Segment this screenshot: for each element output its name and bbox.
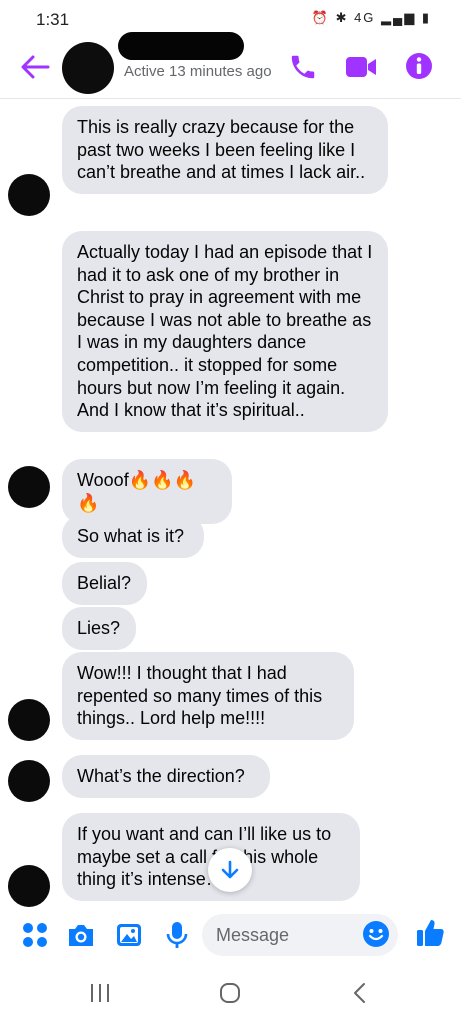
- sender-avatar: [8, 760, 50, 802]
- contact-name-redacted[interactable]: [118, 32, 244, 60]
- message-bubble[interactable]: What’s the direction?: [62, 755, 270, 798]
- message-bubble[interactable]: So what is it?: [62, 515, 204, 558]
- recent-apps-icon[interactable]: [88, 982, 112, 1004]
- arrow-down-icon: [221, 860, 239, 879]
- arrow-left-icon[interactable]: [18, 52, 52, 82]
- status-icons: ⏰ ✱ 4G ▂▄▆ ▮: [311, 10, 431, 25]
- thumbs-up-icon[interactable]: [414, 917, 446, 949]
- sender-avatar: [8, 699, 50, 741]
- phone-icon[interactable]: [288, 52, 318, 82]
- active-status: Active 13 minutes ago: [124, 63, 272, 80]
- message-bubble[interactable]: This is really crazy because for the pas…: [62, 106, 388, 194]
- message-bubble[interactable]: Lies?: [62, 607, 136, 650]
- info-icon[interactable]: [404, 51, 434, 81]
- conversation-header: Active 13 minutes ago: [0, 32, 461, 99]
- back-nav-icon[interactable]: [348, 982, 372, 1004]
- contact-avatar[interactable]: [62, 42, 114, 94]
- system-nav-bar: [0, 964, 461, 1024]
- smiley-icon[interactable]: [362, 920, 390, 948]
- microphone-icon[interactable]: [162, 920, 192, 950]
- message-bubble[interactable]: Actually today I had an episode that I h…: [62, 231, 388, 432]
- camera-icon[interactable]: [66, 920, 96, 950]
- composer-bar: [0, 908, 461, 964]
- message-bubble[interactable]: Belial?: [62, 562, 147, 605]
- scroll-to-bottom-button[interactable]: [208, 848, 252, 892]
- status-time: 1:31: [36, 10, 70, 29]
- image-icon[interactable]: [114, 920, 144, 950]
- four-dots-icon[interactable]: [20, 920, 50, 950]
- sender-avatar: [8, 466, 50, 508]
- message-bubble[interactable]: Wow!!! I thought that I had repented so …: [62, 652, 354, 740]
- video-camera-icon[interactable]: [344, 54, 378, 80]
- sender-avatar: [8, 174, 50, 216]
- home-icon[interactable]: [218, 982, 242, 1004]
- sender-avatar: [8, 865, 50, 907]
